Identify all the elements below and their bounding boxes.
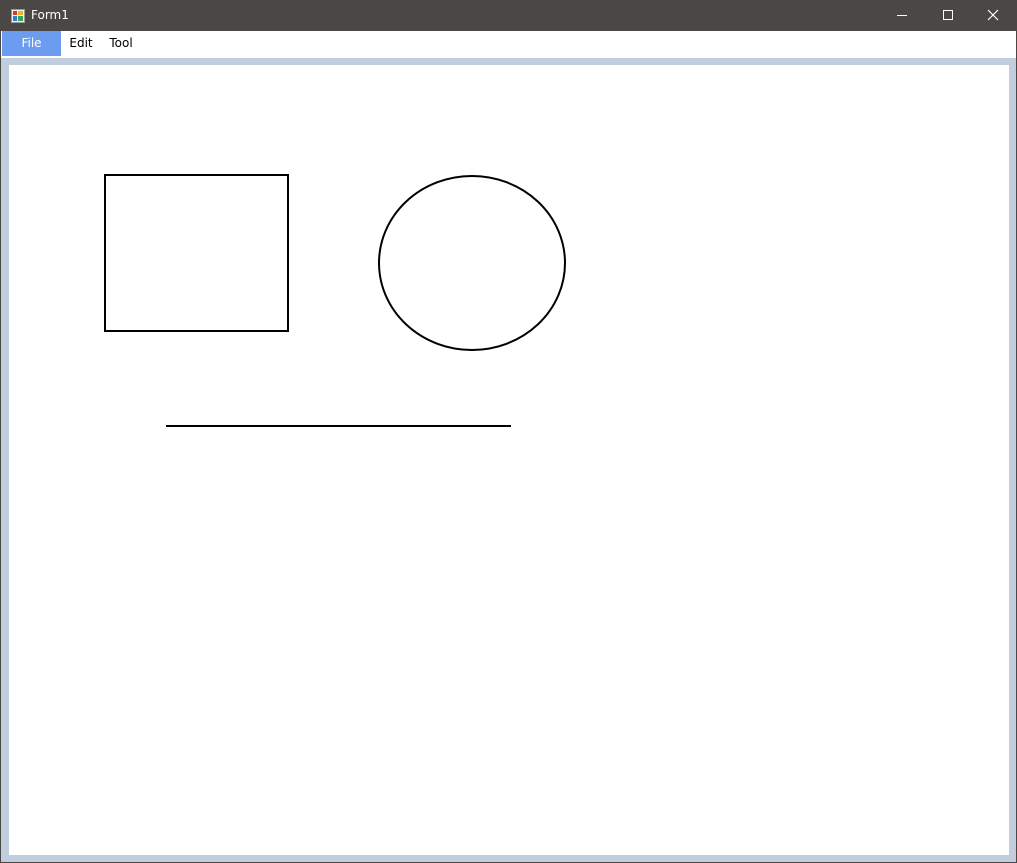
title-bar[interactable]: Form1 bbox=[1, 0, 1016, 31]
menu-edit[interactable]: Edit bbox=[63, 31, 99, 56]
menu-bar: File Edit Tool bbox=[1, 31, 1016, 57]
window-title: Form1 bbox=[31, 8, 69, 22]
close-button[interactable] bbox=[970, 0, 1016, 31]
drawing-canvas[interactable] bbox=[9, 65, 1009, 855]
app-window: Form1 File Edit Tool bbox=[0, 0, 1017, 863]
client-area bbox=[1, 58, 1016, 862]
minimize-icon bbox=[897, 15, 907, 16]
drawing-surface bbox=[104, 174, 566, 427]
close-icon bbox=[987, 9, 999, 21]
rectangle-shape[interactable] bbox=[104, 174, 289, 332]
maximize-button[interactable] bbox=[925, 0, 971, 31]
minimize-button[interactable] bbox=[879, 0, 925, 31]
menu-file[interactable]: File bbox=[2, 31, 61, 56]
maximize-icon bbox=[943, 10, 953, 20]
form-app-icon bbox=[11, 8, 25, 23]
menu-tool[interactable]: Tool bbox=[103, 31, 139, 56]
ellipse-shape[interactable] bbox=[378, 175, 566, 351]
